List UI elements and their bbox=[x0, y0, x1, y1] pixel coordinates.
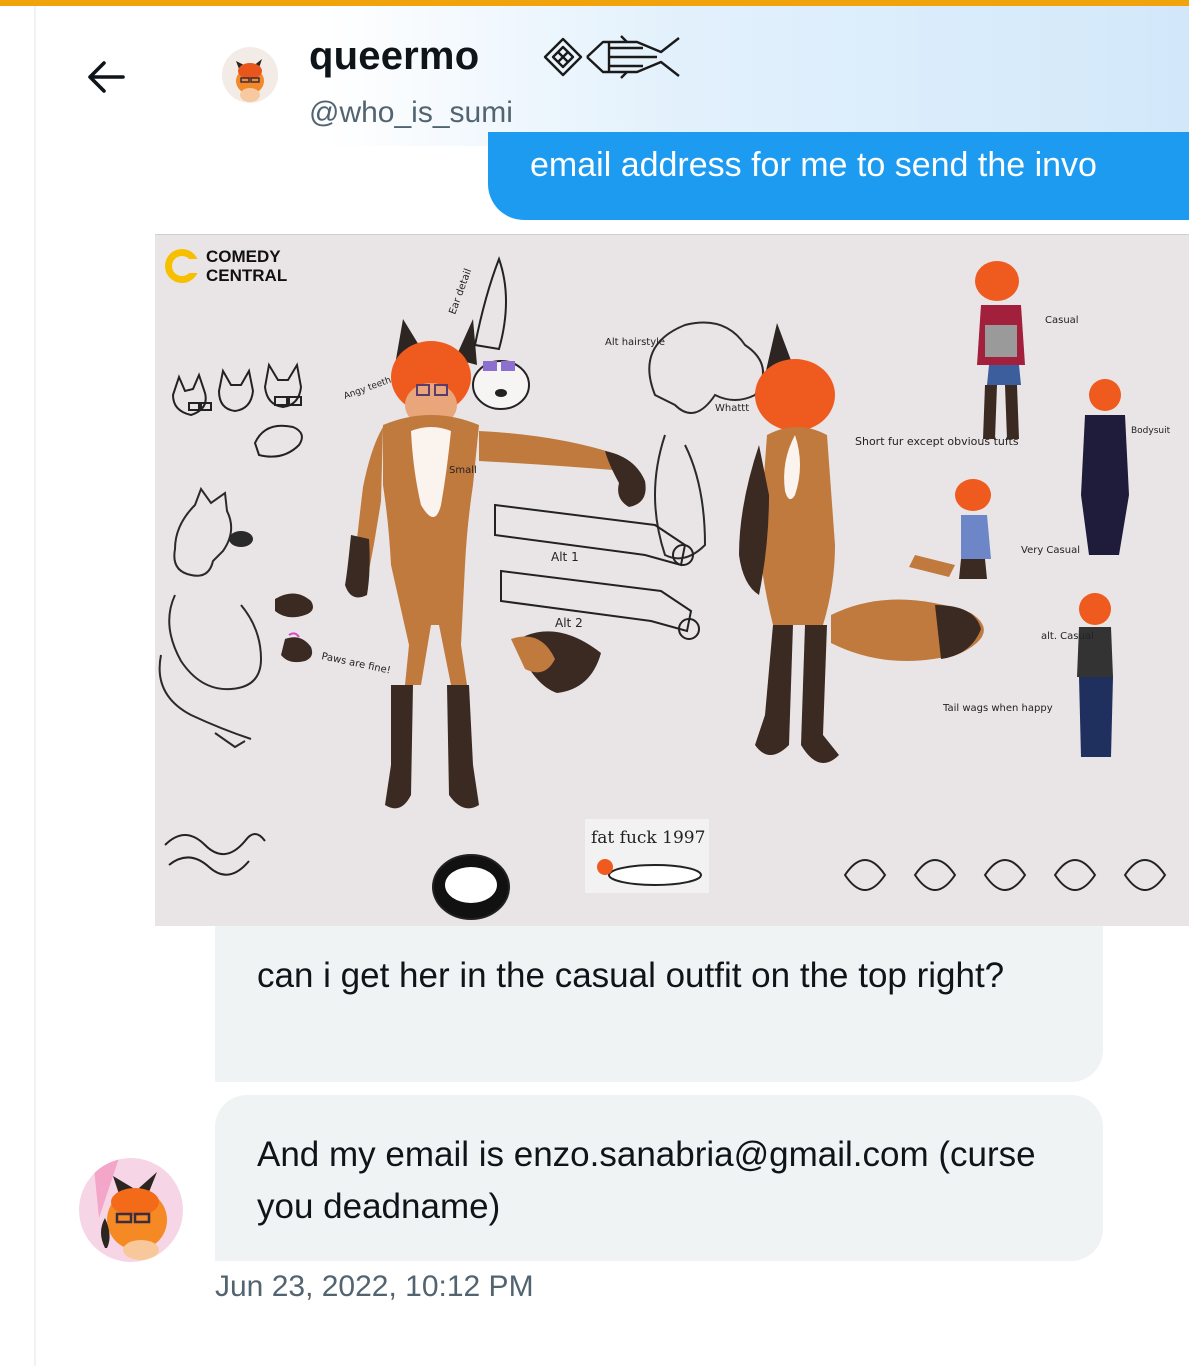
header-avatar[interactable] bbox=[222, 47, 278, 103]
alt-casual-note: alt. Casual bbox=[1041, 631, 1094, 642]
casual-note: Casual bbox=[1045, 315, 1079, 326]
alt-hairstyle-note: Alt hairstyle bbox=[605, 337, 665, 348]
sender-avatar[interactable] bbox=[79, 1158, 183, 1262]
custom-glyph-emoji-icon bbox=[541, 28, 683, 86]
very-casual-note: Very Casual bbox=[1021, 545, 1080, 556]
incoming-message-text: And my email is enzo.sanabria@gmail.com … bbox=[257, 1135, 1036, 1226]
logo-text-line2: CENTRAL bbox=[206, 266, 287, 285]
incoming-message-bubble[interactable]: can i get her in the casual outfit on th… bbox=[215, 926, 1103, 1082]
outgoing-message-text: email address for me to send the invo bbox=[530, 146, 1097, 184]
whattt-note: Whattt bbox=[715, 403, 749, 414]
user-handle[interactable]: @who_is_sumi bbox=[309, 96, 513, 130]
sticker-image: fat fuck 1997 bbox=[585, 819, 709, 893]
sticker-caption: fat fuck 1997 bbox=[591, 828, 705, 848]
arrow-left-icon bbox=[88, 61, 125, 93]
display-name[interactable]: queermo bbox=[309, 34, 479, 79]
outgoing-message-bubble[interactable]: email address for me to send the invo bbox=[488, 132, 1189, 220]
alt2-note: Alt 2 bbox=[555, 616, 583, 630]
glasses-head-sketch bbox=[472, 360, 530, 410]
column-divider bbox=[34, 6, 36, 1366]
logo-text-line1: COMEDY bbox=[206, 247, 281, 266]
message-timestamp: Jun 23, 2022, 10:12 PM bbox=[215, 1270, 534, 1303]
reference-sheet-image[interactable]: COMEDY CENTRAL Paws are fine! Ear detail… bbox=[155, 234, 1189, 926]
small-note: Small bbox=[449, 465, 477, 476]
alt1-note: Alt 1 bbox=[551, 550, 579, 564]
back-button[interactable] bbox=[84, 55, 128, 99]
incoming-message-bubble[interactable]: And my email is enzo.sanabria@gmail.com … bbox=[215, 1095, 1103, 1261]
tail-note: Tail wags when happy bbox=[942, 703, 1053, 714]
incoming-message-text: can i get her in the casual outfit on th… bbox=[257, 956, 1005, 995]
bodysuit-note: Bodysuit bbox=[1131, 426, 1171, 436]
comedy-central-logo: COMEDY CENTRAL bbox=[165, 247, 287, 285]
